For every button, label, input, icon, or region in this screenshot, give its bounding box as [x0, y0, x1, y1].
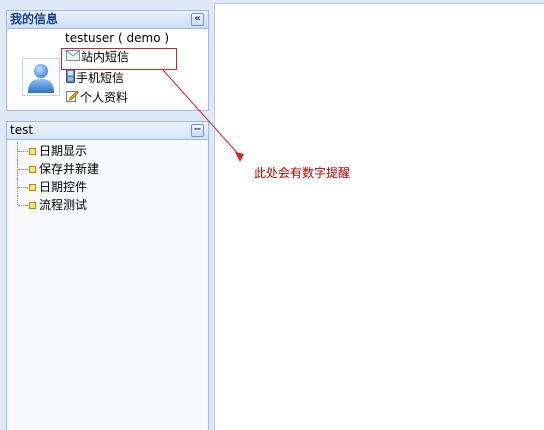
- tree-item-label: 日期显示: [39, 144, 88, 158]
- tree-item-label: 流程测试: [39, 198, 88, 212]
- mobile-sms-link[interactable]: 手机短信: [66, 69, 124, 86]
- tree-item-date-display[interactable]: 日期显示: [13, 142, 99, 160]
- mobile-sms-label: 手机短信: [76, 71, 125, 85]
- my-info-panel-title: 我的信息: [10, 12, 59, 26]
- leaf-node-icon: [29, 148, 36, 155]
- user-avatar-icon: [28, 64, 54, 93]
- tree-item-date-control[interactable]: 日期控件: [13, 178, 99, 196]
- annotation-text: 此处会有数字提醒: [254, 166, 351, 180]
- tree-item-save-and-new[interactable]: 保存并新建: [13, 160, 99, 178]
- avatar: [22, 58, 60, 96]
- test-panel: test − 日期显示 保存并新建 日期控件 流程测试: [6, 121, 209, 430]
- highlight-box: [61, 48, 177, 70]
- tree-item-workflow-test[interactable]: 流程测试: [13, 196, 99, 214]
- minus-icon[interactable]: −: [191, 124, 204, 137]
- double-chevron-left-icon[interactable]: «: [191, 13, 204, 26]
- leaf-node-icon: [29, 202, 36, 209]
- personal-profile-link[interactable]: 个人资料: [66, 89, 128, 106]
- test-panel-title: test: [10, 123, 34, 137]
- test-panel-header: test −: [7, 122, 208, 140]
- main-content-area: [214, 3, 544, 430]
- username-label: testuser ( demo ): [65, 31, 170, 45]
- mobile-phone-icon: [66, 69, 75, 88]
- my-info-panel-header: 我的信息 «: [7, 11, 208, 29]
- test-tree: 日期显示 保存并新建 日期控件 流程测试: [13, 142, 99, 214]
- leaf-node-icon: [29, 184, 36, 191]
- edit-note-icon: [66, 89, 79, 107]
- personal-profile-label: 个人资料: [80, 90, 129, 105]
- tree-item-label: 保存并新建: [39, 162, 100, 176]
- tree-item-label: 日期控件: [39, 180, 88, 194]
- leaf-node-icon: [29, 166, 36, 173]
